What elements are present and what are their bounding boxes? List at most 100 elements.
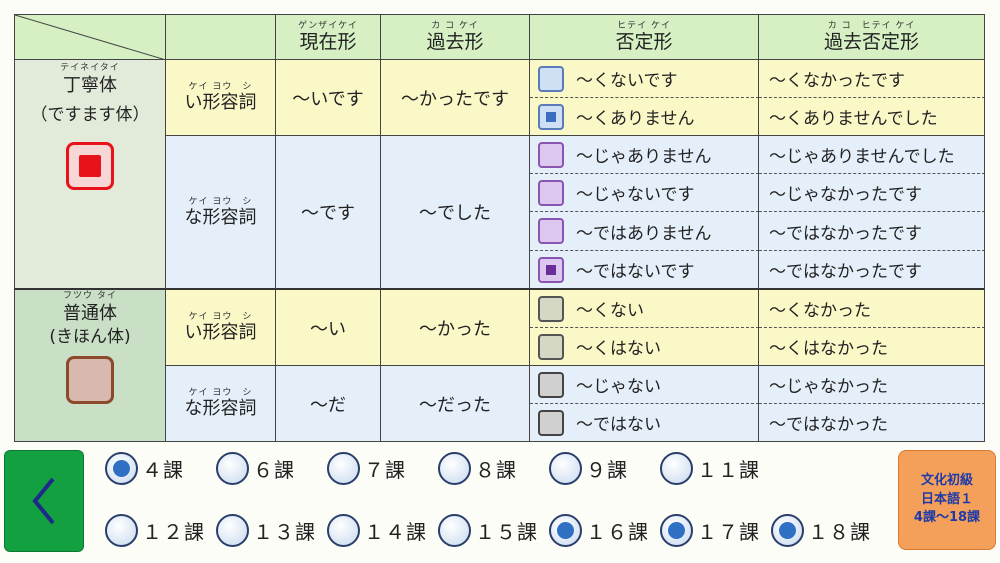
check-box[interactable]: [538, 218, 564, 244]
lesson-radio-14[interactable]: １４課: [327, 514, 427, 547]
plain-i-adj-neg-row-1: ～くない: [530, 290, 759, 328]
plain-label: 普通体: [62, 303, 117, 324]
plain-ruby: フツウ タイ: [63, 291, 117, 301]
plain-na-adj-neg-2: ～ではない: [576, 415, 661, 435]
polite-na-adj-ruby: ケイ ヨウ シ: [188, 196, 253, 207]
plain-na-adj-present: ～だ: [276, 366, 381, 442]
lesson-label: ７課: [364, 458, 406, 482]
check-box[interactable]: [538, 295, 564, 322]
header-negative-label: 否定形: [615, 31, 673, 53]
lesson-label: １６課: [586, 520, 649, 544]
check-box[interactable]: [538, 256, 564, 283]
radio-dot: [113, 460, 130, 477]
lesson-label: ８課: [475, 458, 517, 482]
check-box[interactable]: [538, 103, 564, 130]
lesson-radio-7[interactable]: ７課: [327, 452, 406, 485]
header-past-negative: カ コ ヒテイ ケイ 過去否定形: [759, 14, 985, 60]
radio-circle: [549, 514, 582, 547]
lesson-radio-9[interactable]: ９課: [549, 452, 628, 485]
header-negative: ヒテイ ケイ 否定形: [530, 14, 759, 60]
lesson-radio-6[interactable]: ６課: [216, 452, 295, 485]
radio-dot: [779, 522, 796, 539]
lesson-radio-16[interactable]: １６課: [549, 514, 649, 547]
plain-i-adj-neg-2: ～くはない: [576, 339, 661, 359]
polite-na-adj-past: ～でした: [381, 136, 530, 290]
lesson-radio-8[interactable]: ８課: [438, 452, 517, 485]
polite-i-adj-neg-row-1: ～くないです: [530, 60, 759, 98]
header-present-label: 現在形: [299, 31, 357, 53]
plain-na-adj-text: な形容詞: [184, 398, 257, 419]
polite-na-adj-neg-row-3: ～ではありません: [530, 212, 759, 251]
plain-i-adj-present: ～い: [276, 290, 381, 366]
check-box[interactable]: [538, 371, 564, 398]
check-box[interactable]: [538, 333, 564, 360]
plain-na-adj-neg-1: ～じゃない: [576, 377, 661, 397]
check-mark: [546, 264, 556, 275]
lesson-radio-18[interactable]: １８課: [771, 514, 871, 547]
plain-i-adj-ruby: ケイ ヨウ シ: [188, 312, 253, 322]
lesson-radio-11[interactable]: １１課: [660, 452, 760, 485]
header-negative-ruby: ヒテイ ケイ: [617, 21, 671, 31]
polite-na-adj-past-neg-4: ～ではなかったです: [759, 251, 985, 290]
polite-na-adj-past-neg-3: ～ではなかったです: [759, 212, 985, 251]
polite-na-adj-text: な形容詞: [184, 206, 257, 228]
lesson-controls: ４課 ６課 ７課 ８課 ９課 １１課 １２課 １３課 １４課 １５課 １６課 １…: [0, 442, 1000, 563]
plain-sub: (きほん体): [49, 327, 131, 347]
lesson-label: １８課: [808, 520, 871, 544]
polite-i-adj-present: ～いです: [276, 60, 381, 136]
polite-sub: （ですます体）: [30, 105, 150, 125]
chevron-left-icon: [32, 477, 55, 525]
lesson-label: １５課: [475, 520, 538, 544]
polite-i-adj-past-neg-2: ～くありませんでした: [759, 98, 985, 136]
lesson-radio-12[interactable]: １２課: [105, 514, 205, 547]
plain-i-adj-past: ～かった: [381, 290, 530, 366]
polite-i-adj-text: い形容詞: [184, 92, 257, 113]
polite-toggle-button[interactable]: [66, 142, 114, 190]
plain-i-adj-past-neg-2: ～くはなかった: [759, 328, 985, 366]
lesson-radio-13[interactable]: １３課: [216, 514, 316, 547]
header-present-ruby: ゲンザイケイ: [298, 21, 358, 31]
polite-style-cell: テイネイタイ 丁寧体 （ですます体）: [14, 60, 166, 290]
plain-i-adj-label: ケイ ヨウ シい形容詞: [166, 290, 276, 366]
polite-i-adj-past: ～かったです: [381, 60, 530, 136]
radio-circle: [549, 452, 582, 485]
conjugation-table: ゲンザイケイ 現在形 カ コ ケイ 過去形 ヒテイ ケイ 否定形 カ コ ヒテイ ケイ…: [0, 0, 1000, 442]
back-button[interactable]: [4, 450, 84, 552]
radio-circle: [327, 514, 360, 547]
check-box[interactable]: [538, 65, 564, 92]
lesson-radio-17[interactable]: １７課: [660, 514, 760, 547]
polite-na-adj-neg-4: ～ではないです: [576, 262, 695, 282]
radio-circle: [660, 452, 693, 485]
polite-i-adj-ruby: ケイ ヨウ シ: [188, 82, 253, 92]
radio-circle: [105, 514, 138, 547]
check-box[interactable]: [538, 409, 564, 436]
polite-ruby: テイネイタイ: [60, 63, 120, 73]
plain-na-adj-neg-row-2: ～ではない: [530, 404, 759, 442]
header-past-ruby: カ コ ケイ: [431, 21, 479, 31]
check-box[interactable]: [538, 141, 564, 168]
check-mark: [546, 111, 556, 122]
radio-circle: [660, 514, 693, 547]
radio-dot: [668, 522, 685, 539]
polite-na-adj-neg-1: ～じゃありません: [576, 147, 712, 167]
check-box[interactable]: [538, 179, 564, 206]
plain-toggle-button[interactable]: [65, 356, 114, 404]
lesson-radio-15[interactable]: １５課: [438, 514, 538, 547]
radio-circle: [438, 452, 471, 485]
polite-na-adj-label: ケイ ヨウ シな形容詞: [166, 136, 276, 290]
textbook-button[interactable]: 文化初級 日本語１ 4課～18課: [898, 450, 996, 550]
lesson-label: １７課: [697, 520, 760, 544]
lesson-label: １４課: [364, 520, 427, 544]
radio-circle: [216, 514, 249, 547]
lesson-label: ９課: [586, 458, 628, 482]
plain-i-adj-text: い形容詞: [184, 322, 257, 343]
diagonal-line: [15, 15, 165, 59]
lesson-radio-4[interactable]: ４課: [105, 452, 184, 485]
radio-circle: [438, 514, 471, 547]
plain-i-adj-past-neg-1: ～くなかった: [759, 290, 985, 328]
header-present: ゲンザイケイ 現在形: [276, 14, 381, 60]
polite-na-adj-past-neg-1: ～じゃありませんでした: [759, 136, 985, 174]
polite-i-adj-neg-1: ～くないです: [576, 71, 678, 91]
polite-i-adj-neg-2: ～くありません: [576, 109, 695, 129]
polite-na-adj-present: ～です: [276, 136, 381, 290]
